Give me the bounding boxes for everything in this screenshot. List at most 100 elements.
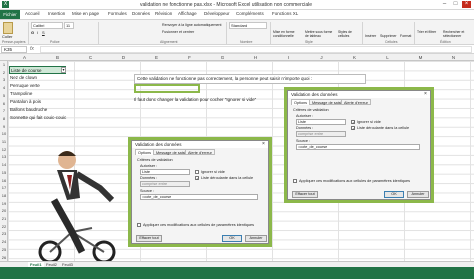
- dialog-close-icon[interactable]: ×: [262, 141, 265, 147]
- apply-all-checkbox[interactable]: [293, 179, 297, 183]
- allow-select[interactable]: Liste: [140, 169, 190, 175]
- column-header[interactable]: D: [107, 55, 140, 60]
- column-header[interactable]: J: [305, 55, 338, 60]
- column-header[interactable]: I: [272, 55, 305, 60]
- find-select-button[interactable]: Rechercher et sélectionner: [443, 30, 473, 38]
- number-format-select[interactable]: Standard: [229, 22, 267, 29]
- format-table-button[interactable]: Mettre sous forme de tableau: [305, 30, 335, 38]
- tab-error-alert[interactable]: Alerte d'erreur: [185, 149, 215, 155]
- tab-developer[interactable]: Développeur: [204, 11, 230, 16]
- tab-data[interactable]: Données: [132, 11, 150, 16]
- tab-options[interactable]: Options: [291, 99, 311, 105]
- dropdown-checkbox[interactable]: ✓: [351, 126, 355, 131]
- tab-addins[interactable]: Compléments: [236, 11, 264, 16]
- tab-error-alert[interactable]: Alerte d'erreur: [341, 99, 371, 105]
- tab-view[interactable]: Affichage: [178, 11, 197, 16]
- row-header[interactable]: 17: [0, 185, 8, 190]
- row-header[interactable]: 11: [0, 139, 8, 144]
- row-header[interactable]: 4: [0, 85, 8, 90]
- column-header[interactable]: G: [206, 55, 239, 60]
- data-validation-dialog[interactable]: Validation des données × Options Message…: [131, 140, 269, 244]
- cell-styles-button[interactable]: Styles de cellules: [338, 30, 360, 38]
- column-header[interactable]: H: [239, 55, 272, 60]
- cancel-button[interactable]: Annuler: [245, 235, 267, 242]
- list-item[interactable]: Sonnette qui fait couic-couic: [9, 114, 66, 122]
- row-header[interactable]: 13: [0, 154, 8, 159]
- close-icon[interactable]: ×: [462, 1, 471, 8]
- format-cells-button[interactable]: Format: [400, 34, 411, 38]
- ignore-blank-checkbox[interactable]: [195, 170, 199, 174]
- maximize-icon[interactable]: □: [451, 1, 460, 8]
- row-header[interactable]: 20: [0, 208, 8, 213]
- row-header[interactable]: 23: [0, 231, 8, 236]
- paste-button[interactable]: Coller: [2, 34, 12, 39]
- wrap-text-button[interactable]: Renvoyer à la ligne automatiquement: [162, 23, 222, 27]
- list-item[interactable]: Trampoline: [9, 90, 66, 98]
- ok-button[interactable]: OK: [222, 235, 242, 242]
- list-item[interactable]: Perruque verte: [9, 82, 66, 90]
- cell-list-header[interactable]: Liste de course: [9, 66, 66, 74]
- column-header[interactable]: F: [173, 55, 206, 60]
- cancel-button[interactable]: Annuler: [407, 191, 429, 198]
- validated-cell[interactable]: [134, 84, 200, 93]
- column-header[interactable]: A: [8, 55, 41, 60]
- column-header[interactable]: L: [371, 55, 404, 60]
- filter-dropdown-icon[interactable]: ▾: [61, 67, 66, 73]
- tab-insert[interactable]: Insertion: [48, 11, 65, 16]
- delete-cells-button[interactable]: Supprimer: [380, 34, 397, 38]
- list-item[interactable]: Nez de clown: [9, 74, 66, 82]
- row-header[interactable]: 2: [0, 70, 8, 75]
- row-header[interactable]: 18: [0, 193, 8, 198]
- row-header[interactable]: 1: [0, 62, 8, 67]
- row-header[interactable]: 10: [0, 131, 8, 136]
- row-header[interactable]: 6: [0, 101, 8, 106]
- tab-layout[interactable]: Mise en page: [72, 11, 99, 16]
- list-item[interactable]: Pantalon à pois: [9, 98, 66, 106]
- column-header[interactable]: N: [437, 55, 470, 60]
- font-name-select[interactable]: Calibri: [31, 22, 63, 29]
- tab-review[interactable]: Révision: [155, 11, 172, 16]
- source-input[interactable]: =cote_de_course: [296, 144, 420, 150]
- formula-input[interactable]: [40, 46, 472, 53]
- column-header[interactable]: E: [140, 55, 173, 60]
- column-header[interactable]: B: [41, 55, 74, 60]
- row-header[interactable]: 24: [0, 239, 8, 244]
- row-header[interactable]: 3: [0, 77, 8, 82]
- data-validation-dialog[interactable]: Validation des données × Options Message…: [287, 90, 431, 200]
- row-header[interactable]: 19: [0, 201, 8, 206]
- row-header[interactable]: 7: [0, 108, 8, 113]
- row-header[interactable]: 15: [0, 170, 8, 175]
- clear-all-button[interactable]: Effacer tout: [136, 235, 162, 242]
- italic-button[interactable]: I: [37, 30, 38, 35]
- tab-home[interactable]: Accueil: [25, 11, 40, 16]
- sort-filter-button[interactable]: Trier et filtrer: [417, 30, 441, 34]
- tab-options[interactable]: Options: [135, 149, 155, 155]
- row-header[interactable]: 8: [0, 116, 8, 121]
- tab-fonctions-xl[interactable]: Fonctions XL: [272, 11, 298, 16]
- list-item[interactable]: Ballons baudruche: [9, 106, 66, 114]
- row-header[interactable]: 21: [0, 216, 8, 221]
- column-header[interactable]: C: [74, 55, 107, 60]
- row-header[interactable]: 25: [0, 247, 8, 252]
- apply-all-checkbox[interactable]: [137, 223, 141, 227]
- paste-icon[interactable]: [3, 22, 13, 34]
- ok-button[interactable]: OK: [384, 191, 404, 198]
- row-header[interactable]: 12: [0, 147, 8, 152]
- column-header[interactable]: M: [404, 55, 437, 60]
- minimize-icon[interactable]: –: [440, 1, 449, 8]
- row-header[interactable]: 22: [0, 224, 8, 229]
- row-header[interactable]: 5: [0, 93, 8, 98]
- column-header[interactable]: O: [470, 55, 474, 60]
- clear-all-button[interactable]: Effacer tout: [292, 191, 318, 198]
- row-header[interactable]: 14: [0, 162, 8, 167]
- dropdown-checkbox[interactable]: ✓: [195, 176, 199, 181]
- fx-icon[interactable]: fx: [30, 46, 34, 52]
- row-header[interactable]: 9: [0, 124, 8, 129]
- insert-cells-button[interactable]: Insérer: [365, 34, 376, 38]
- conditional-format-button[interactable]: Mise en forme conditionnelle: [273, 30, 303, 38]
- bold-button[interactable]: G: [31, 30, 34, 35]
- merge-center-button[interactable]: Fusionner et centrer: [162, 30, 194, 34]
- column-header[interactable]: K: [338, 55, 371, 60]
- font-size-select[interactable]: 11: [64, 22, 74, 29]
- underline-button[interactable]: S: [42, 30, 45, 35]
